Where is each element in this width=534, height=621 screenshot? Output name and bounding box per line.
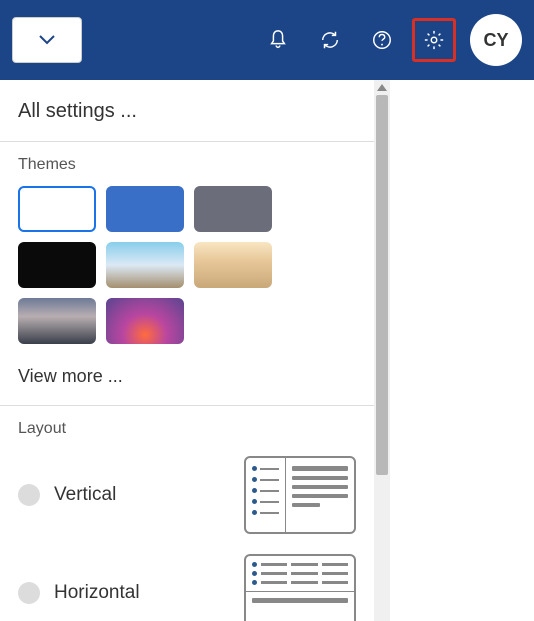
layout-horizontal-label: Horizontal (54, 582, 230, 604)
radio-vertical (18, 484, 40, 506)
themes-label: Themes (0, 142, 374, 182)
theme-blue[interactable] (106, 186, 184, 232)
theme-white[interactable] (18, 186, 96, 232)
settings-panel-wrap: All settings ... Themes View more ... La… (0, 80, 534, 621)
help-button[interactable] (360, 18, 404, 62)
settings-button[interactable] (412, 18, 456, 62)
settings-panel: All settings ... Themes View more ... La… (0, 80, 374, 621)
layout-option-vertical[interactable]: Vertical (0, 446, 374, 544)
layout-label: Layout (0, 406, 374, 446)
layout-vertical-label: Vertical (54, 484, 230, 506)
radio-horizontal (18, 582, 40, 604)
notifications-button[interactable] (256, 18, 300, 62)
scroll-up-arrow (377, 84, 387, 91)
dropdown-button[interactable] (12, 17, 82, 63)
avatar-initials: CY (483, 30, 508, 51)
chevron-down-icon (39, 35, 55, 45)
view-more-themes[interactable]: View more ... (0, 358, 374, 405)
header-bar: CY (0, 0, 534, 80)
theme-black[interactable] (18, 242, 96, 288)
theme-beach[interactable] (194, 242, 272, 288)
scrollbar[interactable] (374, 80, 390, 621)
all-settings-link[interactable]: All settings ... (0, 80, 374, 141)
scrollbar-thumb[interactable] (376, 95, 388, 475)
theme-cityscape[interactable] (18, 298, 96, 344)
gear-icon (423, 29, 445, 51)
bell-icon (267, 29, 289, 51)
themes-grid (0, 182, 374, 358)
theme-sunset[interactable] (106, 298, 184, 344)
theme-mountains[interactable] (106, 242, 184, 288)
sync-icon (319, 29, 341, 51)
help-icon (371, 29, 393, 51)
user-avatar[interactable]: CY (470, 14, 522, 66)
refresh-button[interactable] (308, 18, 352, 62)
theme-gray[interactable] (194, 186, 272, 232)
preview-horizontal (244, 554, 356, 621)
preview-vertical (244, 456, 356, 534)
layout-option-horizontal[interactable]: Horizontal (0, 544, 374, 621)
